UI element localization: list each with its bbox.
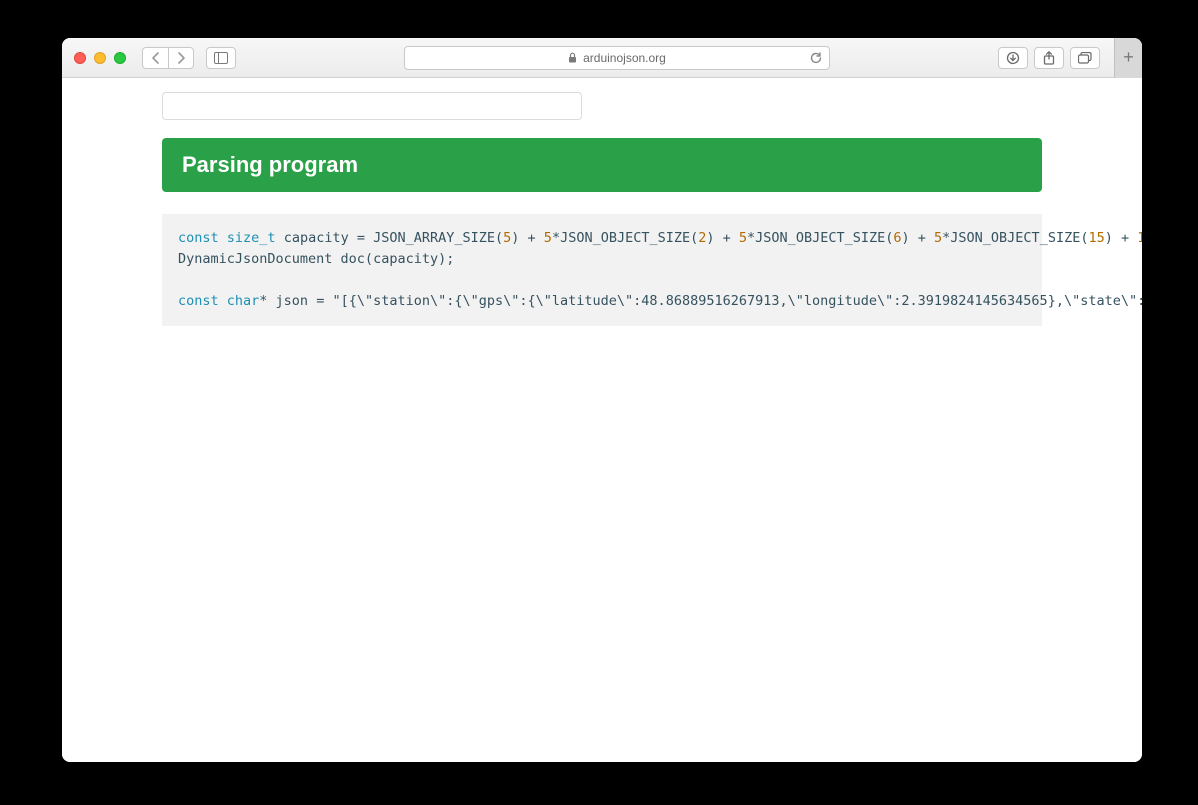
code-text: ) + <box>706 230 739 246</box>
number: 15 <box>1088 230 1104 246</box>
code-text: * json = <box>259 293 332 309</box>
titlebar: arduinojson.org + <box>62 38 1142 78</box>
top-input[interactable] <box>162 92 582 120</box>
minimize-window-button[interactable] <box>94 52 106 64</box>
number: 5 <box>934 230 942 246</box>
toolbar-right <box>998 47 1100 69</box>
sidebar-toggle-button[interactable] <box>206 47 236 69</box>
keyword: char <box>227 293 260 309</box>
code-text: *JSON_OBJECT_SIZE( <box>747 230 893 246</box>
tabs-button[interactable] <box>1070 47 1100 69</box>
panel-title: Parsing program <box>162 138 1042 192</box>
window-controls <box>74 52 126 64</box>
keyword: const <box>178 293 219 309</box>
keyword: const <box>178 230 219 246</box>
code-text: *JSON_OBJECT_SIZE( <box>942 230 1088 246</box>
address-bar[interactable]: arduinojson.org <box>404 46 830 70</box>
downloads-button[interactable] <box>998 47 1028 69</box>
code-text: ) + <box>511 230 544 246</box>
number: 1560 <box>1137 230 1142 246</box>
code-line: DynamicJsonDocument doc(capacity); <box>178 251 454 267</box>
address-text: arduinojson.org <box>583 51 666 65</box>
navigation-buttons <box>142 47 194 69</box>
back-button[interactable] <box>142 47 168 69</box>
page-content: Parsing program const size_t capacity = … <box>62 78 1142 762</box>
safari-window: arduinojson.org + Parsing program const … <box>62 38 1142 762</box>
number: 5 <box>544 230 552 246</box>
number: 6 <box>893 230 901 246</box>
code-text: *JSON_OBJECT_SIZE( <box>552 230 698 246</box>
share-button[interactable] <box>1034 47 1064 69</box>
new-tab-button[interactable]: + <box>1114 38 1142 78</box>
zoom-window-button[interactable] <box>114 52 126 64</box>
code-text: ) + <box>1105 230 1138 246</box>
reload-icon[interactable] <box>809 51 823 65</box>
forward-button[interactable] <box>168 47 194 69</box>
code-block: const size_t capacity = JSON_ARRAY_SIZE(… <box>162 214 1042 326</box>
code-text: capacity = JSON_ARRAY_SIZE( <box>276 230 504 246</box>
string-literal: "[{\"station\":{\"gps\":{\"latitude\":48… <box>332 293 1142 309</box>
keyword: size_t <box>227 230 276 246</box>
lock-icon <box>568 52 577 63</box>
code-text: ) + <box>902 230 935 246</box>
number: 5 <box>739 230 747 246</box>
parsing-panel: Parsing program <box>162 138 1042 192</box>
close-window-button[interactable] <box>74 52 86 64</box>
